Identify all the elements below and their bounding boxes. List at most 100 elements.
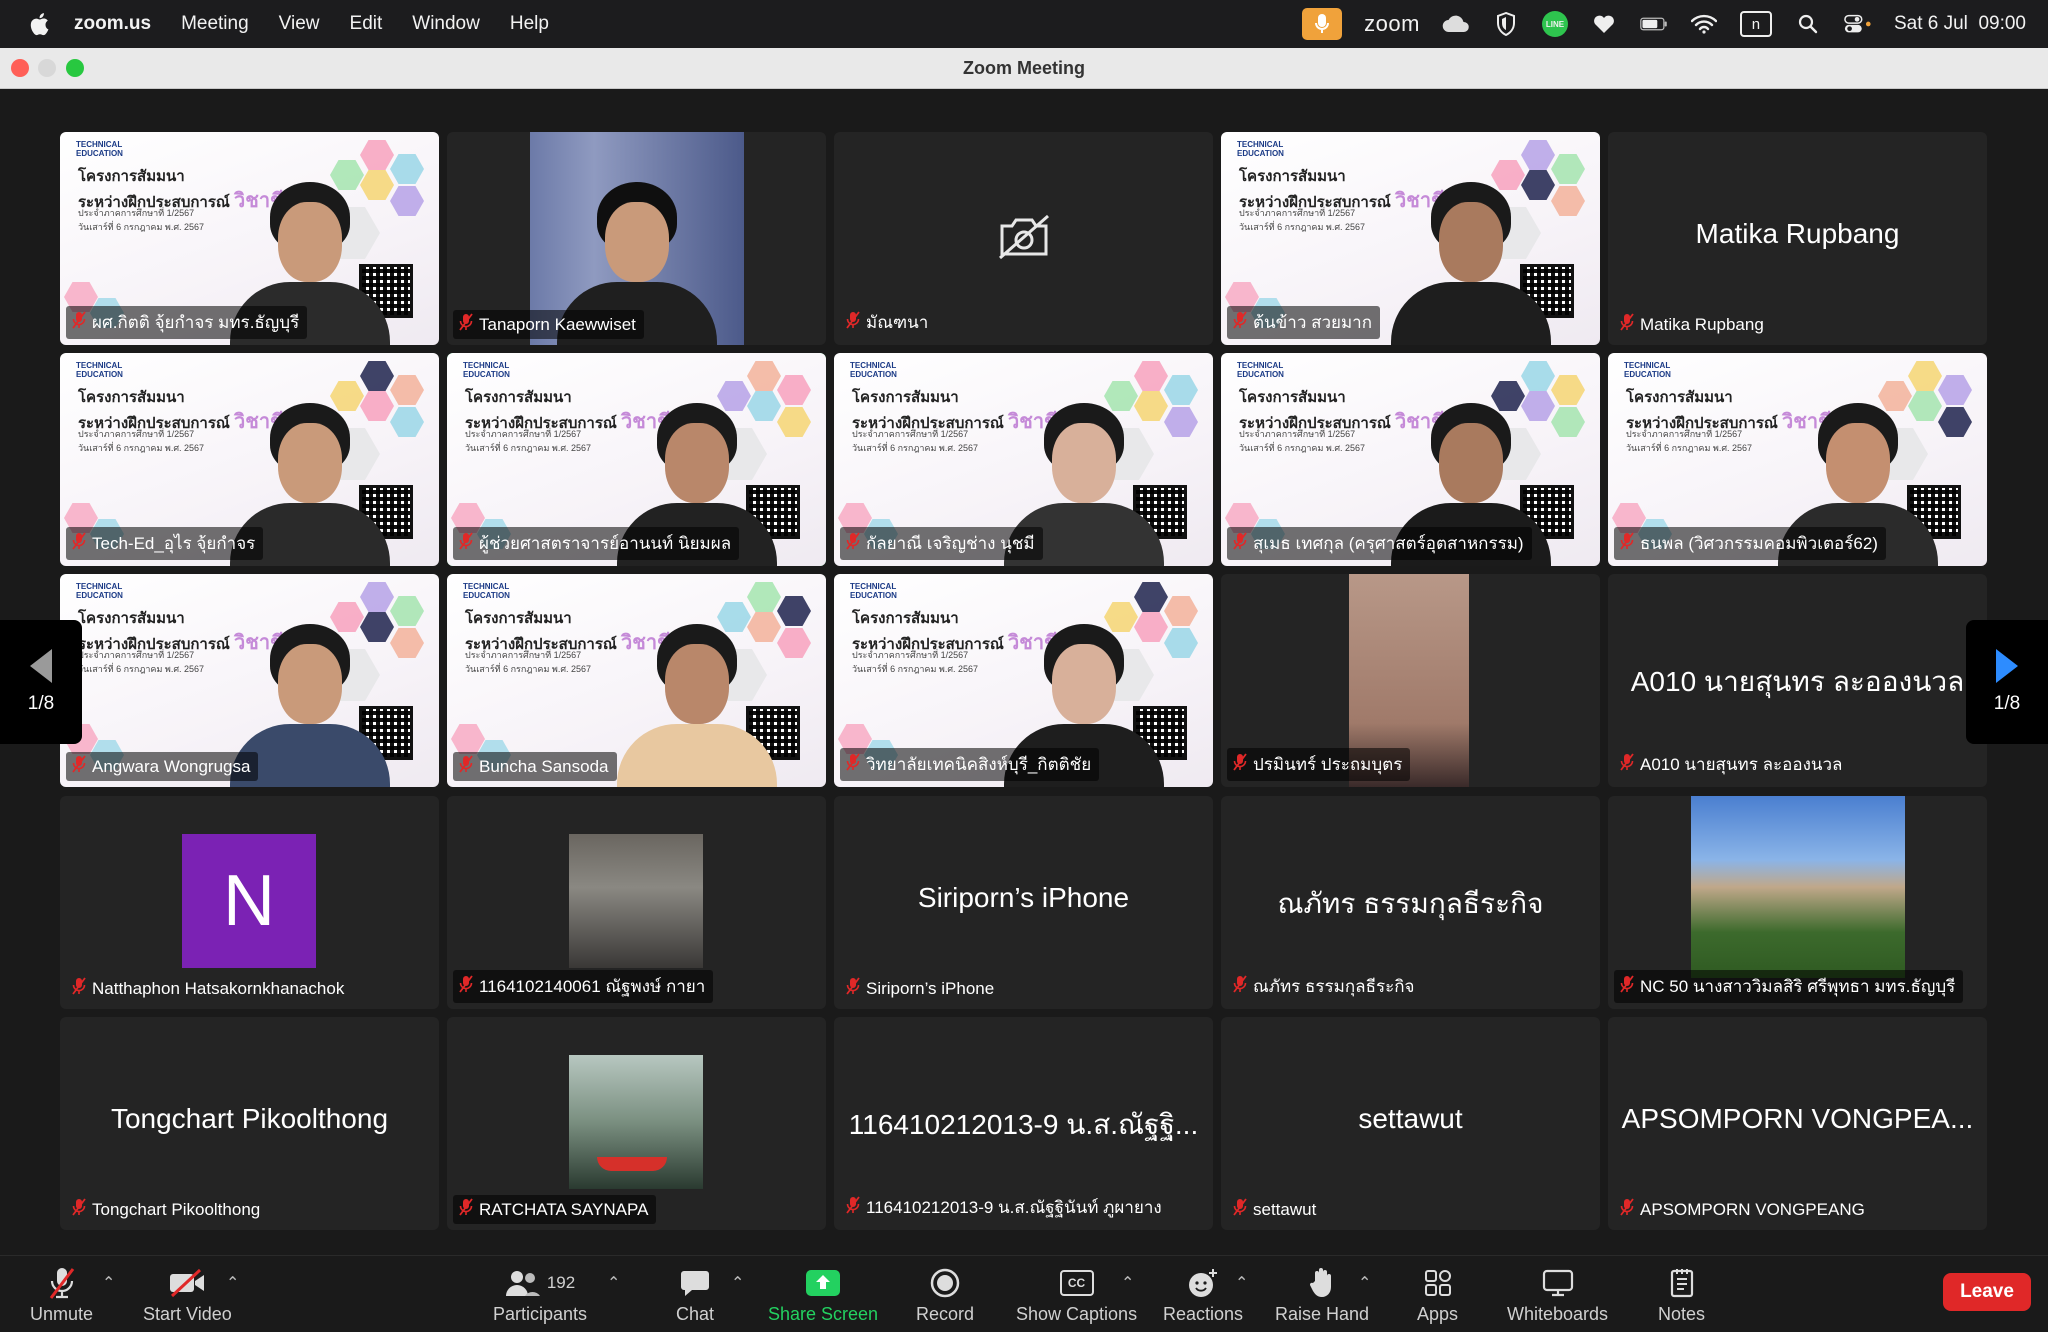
chat-button[interactable]: Chat xyxy=(676,1266,714,1325)
notes-icon xyxy=(1670,1269,1693,1298)
participant-tile[interactable]: APSOMPORN VONGPEA... APSOMPORN VONGPEANG xyxy=(1608,1017,1987,1230)
page-indicator-left: 1/8 xyxy=(27,693,55,714)
chat-options-caret[interactable]: ⌃ xyxy=(731,1273,744,1293)
raise-hand-button[interactable]: Raise Hand xyxy=(1275,1266,1369,1325)
participant-tile[interactable]: TECHNICAL EDUCATION โครงการสัมมนา ระหว่างฝ… xyxy=(834,574,1213,787)
previous-page-button[interactable]: 1/8 xyxy=(0,620,82,744)
control-center-icon[interactable] xyxy=(1844,11,1872,37)
spotlight-search-icon[interactable] xyxy=(1794,11,1822,37)
participant-tile[interactable]: RATCHATA SAYNAPA xyxy=(447,1017,826,1230)
unmute-button[interactable]: Unmute xyxy=(30,1266,93,1325)
show-captions-button[interactable]: CC Show Captions xyxy=(1016,1266,1137,1325)
menu-help[interactable]: Help xyxy=(510,13,549,35)
apple-icon[interactable] xyxy=(28,11,50,37)
input-source-icon[interactable]: n xyxy=(1739,11,1772,37)
participant-name: Angwara Wongrugsa xyxy=(92,756,251,776)
icloud-icon[interactable] xyxy=(1442,11,1470,37)
mic-in-use-icon[interactable] xyxy=(1302,8,1343,40)
reactions-label: Reactions xyxy=(1163,1304,1244,1324)
menu-bar: zoom.us Meeting View Edit Window Help zo… xyxy=(0,0,2048,48)
battery-icon[interactable] xyxy=(1640,11,1668,37)
participant-display-name: ณภัทร ธรรมกุลธีระกิจ xyxy=(1277,888,1544,919)
participant-name: ต้นข้าว สวยมาก xyxy=(1253,313,1373,332)
reactions-options-caret[interactable]: ⌃ xyxy=(1235,1273,1248,1293)
share-screen-button[interactable]: Share Screen xyxy=(768,1266,878,1325)
participant-tile[interactable]: N Natthaphon Hatsakornkhanachok xyxy=(60,796,439,1009)
apps-button[interactable]: Apps xyxy=(1417,1266,1458,1325)
captions-options-caret[interactable]: ⌃ xyxy=(1121,1273,1134,1293)
participant-tile[interactable]: มัณฑนา xyxy=(834,132,1213,345)
slide-term: ประจำภาคการศึกษาที่ 1/2567 xyxy=(1239,429,1356,439)
reactions-icon xyxy=(1189,1269,1218,1297)
participant-name-label: Natthaphon Hatsakornkhanachok xyxy=(66,974,352,1003)
leave-button[interactable]: Leave xyxy=(1943,1273,2031,1311)
participant-name: ธนพล (วิศวกรรมคอมพิวเตอร์62) xyxy=(1640,534,1878,553)
participant-name-label: APSOMPORN VONGPEANG xyxy=(1614,1195,1873,1224)
participant-name: วิทยาลัยเทคนิคสิงห์บุรี_กิตติชัย xyxy=(866,755,1092,774)
participant-tile[interactable]: ปรมินทร์ ประถมบุตร xyxy=(1221,574,1600,787)
reactions-button[interactable]: Reactions xyxy=(1163,1266,1243,1325)
participant-tile[interactable]: 1164102140061 ณัฐพงษ์ กายา xyxy=(447,796,826,1009)
participant-name: Matika Rupbang xyxy=(1640,314,1764,334)
menu-view[interactable]: View xyxy=(279,13,320,35)
participant-display-name: Tongchart Pikoolthong xyxy=(110,1103,389,1134)
participant-tile[interactable]: TECHNICAL EDUCATION โครงการสัมมนา ระหว่างฝ… xyxy=(1221,132,1600,345)
participant-name-label: 1164102140061 ณัฐพงษ์ กายา xyxy=(453,970,714,1003)
participants-button[interactable]: 192 Participants xyxy=(493,1266,587,1325)
participant-tile[interactable]: TECHNICAL EDUCATION โครงการสัมมนา ระหว่างฝ… xyxy=(834,353,1213,566)
raise-hand-label: Raise Hand xyxy=(1275,1304,1370,1324)
participant-display-name: settawut xyxy=(1358,1103,1463,1134)
participant-tile[interactable]: TECHNICAL EDUCATION โครงการสัมมนา ระหว่างฝ… xyxy=(60,132,439,345)
menu-edit[interactable]: Edit xyxy=(350,13,383,35)
participant-name: ณภัทร ธรรมกุลธีระกิจ xyxy=(1253,977,1415,996)
menu-app-name[interactable]: zoom.us xyxy=(74,13,151,35)
participant-tile[interactable]: TECHNICAL EDUCATION โครงการสัมมนา ระหว่างฝ… xyxy=(1221,353,1600,566)
participant-tile[interactable]: TECHNICAL EDUCATION โครงการสัมมนา ระหว่างฝ… xyxy=(60,353,439,566)
participant-name: RATCHATA SAYNAPA xyxy=(479,1199,649,1219)
notes-button[interactable]: Notes xyxy=(1658,1266,1705,1325)
participant-tile[interactable]: NC 50 นางสาววิมลสิริ ศรีพุทธา มทร.ธัญบุร… xyxy=(1608,796,1987,1009)
participant-tile[interactable]: TECHNICAL EDUCATION โครงการสัมมนา ระหว่างฝ… xyxy=(447,353,826,566)
participant-name: Tongchart Pikoolthong xyxy=(92,1199,261,1219)
participant-tile[interactable]: Siriporn’s iPhone Siriporn’s iPhone xyxy=(834,796,1213,1009)
participant-name-label: Buncha Sansoda xyxy=(453,752,617,781)
mic-muted-icon xyxy=(1233,311,1247,334)
record-button[interactable]: Record xyxy=(916,1266,974,1325)
participant-tile[interactable]: A010 นายสุนทร ละอองนวล A010 นายสุนทร ละออ… xyxy=(1608,574,1987,787)
whiteboards-button[interactable]: Whiteboards xyxy=(1507,1266,1608,1325)
participants-options-caret[interactable]: ⌃ xyxy=(607,1273,620,1293)
video-options-caret[interactable]: ⌃ xyxy=(226,1273,239,1293)
mic-muted-icon xyxy=(459,975,473,998)
participant-name-label: 116410212013-9 น.ส.ณัฐฐินันท์ ภูผายาง xyxy=(840,1191,1170,1224)
line-app-icon[interactable]: LINE xyxy=(1541,11,1568,37)
wifi-icon[interactable] xyxy=(1690,11,1718,37)
audio-options-caret[interactable]: ⌃ xyxy=(102,1273,115,1293)
next-page-button[interactable]: 1/8 xyxy=(1966,620,2048,744)
participant-name-label: มัณฑนา xyxy=(840,306,936,339)
participant-tile[interactable]: ณภัทร ธรรมกุลธีระกิจ ณภัทร ธรรมกุลธีระกิจ xyxy=(1221,796,1600,1009)
participant-tile[interactable]: TECHNICAL EDUCATION โครงการสัมมนา ระหว่างฝ… xyxy=(60,574,439,787)
mic-muted-icon xyxy=(846,753,860,776)
menu-meeting[interactable]: Meeting xyxy=(181,13,249,35)
mic-muted-icon xyxy=(459,1198,473,1221)
menu-window[interactable]: Window xyxy=(412,13,480,35)
participant-tile[interactable]: TECHNICAL EDUCATION โครงการสัมมนา ระหว่างฝ… xyxy=(1608,353,1987,566)
chat-icon xyxy=(681,1271,710,1296)
share-screen-icon xyxy=(806,1270,841,1296)
participant-tile[interactable]: 116410212013-9 น.ส.ณัฐฐิ... 116410212013-… xyxy=(834,1017,1213,1230)
participant-tile[interactable]: TECHNICAL EDUCATION โครงการสัมมนา ระหว่างฝ… xyxy=(447,574,826,787)
participant-tile[interactable]: Matika Rupbang Matika Rupbang xyxy=(1608,132,1987,345)
participant-tile[interactable]: Tanaporn Kaewwiset xyxy=(447,132,826,345)
slide-date: วันเสาร์ที่ 6 กรกฎาคม พ.ศ. 2567 xyxy=(78,664,205,674)
participant-tile[interactable]: settawut settawut xyxy=(1221,1017,1600,1230)
slide-logo: TECHNICAL EDUCATION xyxy=(76,582,123,600)
participant-name-label: Tech-Ed_อุไร จุ้ยกำจร xyxy=(66,527,264,560)
heart-icon[interactable] xyxy=(1590,11,1618,37)
start-video-button[interactable]: Start Video xyxy=(143,1266,232,1325)
shield-icon[interactable] xyxy=(1492,11,1520,37)
raise-hand-options-caret[interactable]: ⌃ xyxy=(1358,1273,1371,1293)
mic-muted-icon xyxy=(1620,313,1634,336)
zoom-tray-label[interactable]: zoom xyxy=(1364,11,1420,37)
menubar-datetime[interactable]: Sat 6 Jul 09:00 xyxy=(1894,13,2026,35)
participant-tile[interactable]: Tongchart Pikoolthong Tongchart Pikooltho… xyxy=(60,1017,439,1230)
